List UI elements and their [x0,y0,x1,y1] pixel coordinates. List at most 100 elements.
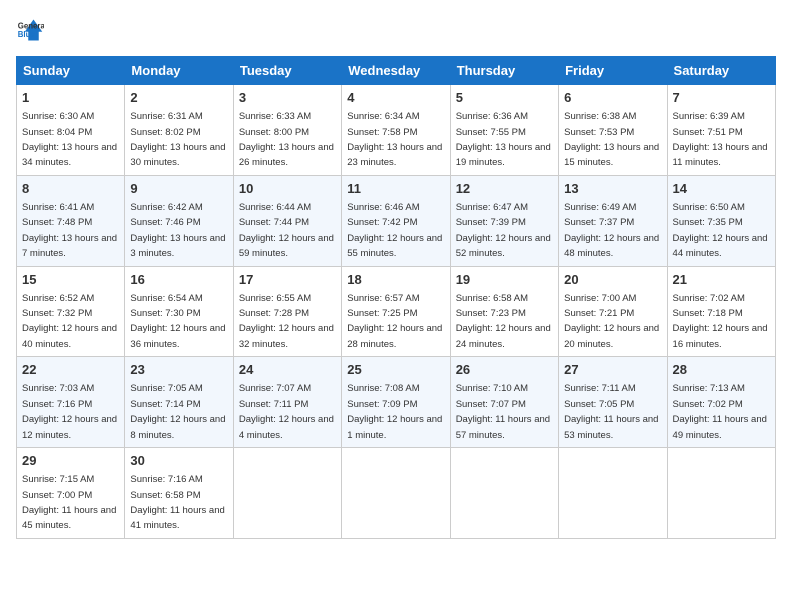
logo-icon: General Blue [16,16,44,44]
day-cell-28: 28 Sunrise: 7:13 AMSunset: 7:02 PMDaylig… [667,357,775,448]
day-number: 12 [456,180,553,198]
day-number: 11 [347,180,444,198]
sunrise-info: Sunrise: 6:49 AMSunset: 7:37 PMDaylight:… [564,202,659,259]
sunrise-info: Sunrise: 6:30 AMSunset: 8:04 PMDaylight:… [22,111,117,168]
day-cell-29: 29 Sunrise: 7:15 AMSunset: 7:00 PMDaylig… [17,448,125,539]
day-cell-21: 21 Sunrise: 7:02 AMSunset: 7:18 PMDaylig… [667,266,775,357]
day-cell-7: 7 Sunrise: 6:39 AMSunset: 7:51 PMDayligh… [667,85,775,176]
day-number: 19 [456,271,553,289]
day-number: 22 [22,361,119,379]
day-cell-11: 11 Sunrise: 6:46 AMSunset: 7:42 PMDaylig… [342,175,450,266]
day-number: 14 [673,180,770,198]
day-number: 24 [239,361,336,379]
week-row-3: 15 Sunrise: 6:52 AMSunset: 7:32 PMDaylig… [17,266,776,357]
empty-cell [342,448,450,539]
sunrise-info: Sunrise: 6:42 AMSunset: 7:46 PMDaylight:… [130,202,225,259]
day-cell-13: 13 Sunrise: 6:49 AMSunset: 7:37 PMDaylig… [559,175,667,266]
header-row: SundayMondayTuesdayWednesdayThursdayFrid… [17,57,776,85]
day-cell-8: 8 Sunrise: 6:41 AMSunset: 7:48 PMDayligh… [17,175,125,266]
day-number: 6 [564,89,661,107]
sunrise-info: Sunrise: 7:00 AMSunset: 7:21 PMDaylight:… [564,293,659,350]
sunrise-info: Sunrise: 6:31 AMSunset: 8:02 PMDaylight:… [130,111,225,168]
sunrise-info: Sunrise: 7:10 AMSunset: 7:07 PMDaylight:… [456,383,550,440]
week-row-5: 29 Sunrise: 7:15 AMSunset: 7:00 PMDaylig… [17,448,776,539]
day-cell-26: 26 Sunrise: 7:10 AMSunset: 7:07 PMDaylig… [450,357,558,448]
week-row-4: 22 Sunrise: 7:03 AMSunset: 7:16 PMDaylig… [17,357,776,448]
day-cell-25: 25 Sunrise: 7:08 AMSunset: 7:09 PMDaylig… [342,357,450,448]
sunrise-info: Sunrise: 6:55 AMSunset: 7:28 PMDaylight:… [239,293,334,350]
empty-cell [450,448,558,539]
sunrise-info: Sunrise: 6:46 AMSunset: 7:42 PMDaylight:… [347,202,442,259]
day-number: 16 [130,271,227,289]
day-number: 4 [347,89,444,107]
logo: General Blue [16,16,48,44]
sunrise-info: Sunrise: 7:07 AMSunset: 7:11 PMDaylight:… [239,383,334,440]
svg-text:General: General [18,21,44,30]
col-header-saturday: Saturday [667,57,775,85]
sunrise-info: Sunrise: 6:36 AMSunset: 7:55 PMDaylight:… [456,111,551,168]
day-number: 17 [239,271,336,289]
sunrise-info: Sunrise: 6:47 AMSunset: 7:39 PMDaylight:… [456,202,551,259]
day-cell-1: 1 Sunrise: 6:30 AMSunset: 8:04 PMDayligh… [17,85,125,176]
sunrise-info: Sunrise: 7:16 AMSunset: 6:58 PMDaylight:… [130,474,224,531]
sunrise-info: Sunrise: 6:44 AMSunset: 7:44 PMDaylight:… [239,202,334,259]
day-number: 9 [130,180,227,198]
day-number: 15 [22,271,119,289]
day-cell-6: 6 Sunrise: 6:38 AMSunset: 7:53 PMDayligh… [559,85,667,176]
day-number: 27 [564,361,661,379]
day-number: 20 [564,271,661,289]
day-cell-14: 14 Sunrise: 6:50 AMSunset: 7:35 PMDaylig… [667,175,775,266]
day-number: 5 [456,89,553,107]
day-cell-20: 20 Sunrise: 7:00 AMSunset: 7:21 PMDaylig… [559,266,667,357]
week-row-1: 1 Sunrise: 6:30 AMSunset: 8:04 PMDayligh… [17,85,776,176]
col-header-monday: Monday [125,57,233,85]
day-cell-22: 22 Sunrise: 7:03 AMSunset: 7:16 PMDaylig… [17,357,125,448]
day-number: 3 [239,89,336,107]
day-cell-5: 5 Sunrise: 6:36 AMSunset: 7:55 PMDayligh… [450,85,558,176]
empty-cell [559,448,667,539]
sunrise-info: Sunrise: 7:11 AMSunset: 7:05 PMDaylight:… [564,383,658,440]
sunrise-info: Sunrise: 7:03 AMSunset: 7:16 PMDaylight:… [22,383,117,440]
sunrise-info: Sunrise: 6:54 AMSunset: 7:30 PMDaylight:… [130,293,225,350]
sunrise-info: Sunrise: 7:08 AMSunset: 7:09 PMDaylight:… [347,383,442,440]
day-number: 23 [130,361,227,379]
day-cell-9: 9 Sunrise: 6:42 AMSunset: 7:46 PMDayligh… [125,175,233,266]
day-number: 2 [130,89,227,107]
day-cell-4: 4 Sunrise: 6:34 AMSunset: 7:58 PMDayligh… [342,85,450,176]
svg-text:Blue: Blue [18,30,36,39]
col-header-sunday: Sunday [17,57,125,85]
page-header: General Blue [16,16,776,44]
week-row-2: 8 Sunrise: 6:41 AMSunset: 7:48 PMDayligh… [17,175,776,266]
sunrise-info: Sunrise: 6:33 AMSunset: 8:00 PMDaylight:… [239,111,334,168]
sunrise-info: Sunrise: 7:13 AMSunset: 7:02 PMDaylight:… [673,383,767,440]
day-cell-15: 15 Sunrise: 6:52 AMSunset: 7:32 PMDaylig… [17,266,125,357]
day-number: 29 [22,452,119,470]
sunrise-info: Sunrise: 6:39 AMSunset: 7:51 PMDaylight:… [673,111,768,168]
sunrise-info: Sunrise: 6:52 AMSunset: 7:32 PMDaylight:… [22,293,117,350]
empty-cell [233,448,341,539]
day-number: 1 [22,89,119,107]
day-cell-30: 30 Sunrise: 7:16 AMSunset: 6:58 PMDaylig… [125,448,233,539]
sunrise-info: Sunrise: 6:41 AMSunset: 7:48 PMDaylight:… [22,202,117,259]
day-number: 21 [673,271,770,289]
day-cell-10: 10 Sunrise: 6:44 AMSunset: 7:44 PMDaylig… [233,175,341,266]
sunrise-info: Sunrise: 6:38 AMSunset: 7:53 PMDaylight:… [564,111,659,168]
day-cell-16: 16 Sunrise: 6:54 AMSunset: 7:30 PMDaylig… [125,266,233,357]
sunrise-info: Sunrise: 6:34 AMSunset: 7:58 PMDaylight:… [347,111,442,168]
sunrise-info: Sunrise: 7:02 AMSunset: 7:18 PMDaylight:… [673,293,768,350]
day-number: 18 [347,271,444,289]
sunrise-info: Sunrise: 6:58 AMSunset: 7:23 PMDaylight:… [456,293,551,350]
sunrise-info: Sunrise: 7:15 AMSunset: 7:00 PMDaylight:… [22,474,116,531]
day-number: 10 [239,180,336,198]
day-cell-23: 23 Sunrise: 7:05 AMSunset: 7:14 PMDaylig… [125,357,233,448]
day-cell-17: 17 Sunrise: 6:55 AMSunset: 7:28 PMDaylig… [233,266,341,357]
day-cell-27: 27 Sunrise: 7:11 AMSunset: 7:05 PMDaylig… [559,357,667,448]
day-cell-19: 19 Sunrise: 6:58 AMSunset: 7:23 PMDaylig… [450,266,558,357]
day-number: 25 [347,361,444,379]
day-number: 13 [564,180,661,198]
col-header-tuesday: Tuesday [233,57,341,85]
calendar-table: SundayMondayTuesdayWednesdayThursdayFrid… [16,56,776,539]
day-number: 30 [130,452,227,470]
col-header-wednesday: Wednesday [342,57,450,85]
sunrise-info: Sunrise: 6:57 AMSunset: 7:25 PMDaylight:… [347,293,442,350]
